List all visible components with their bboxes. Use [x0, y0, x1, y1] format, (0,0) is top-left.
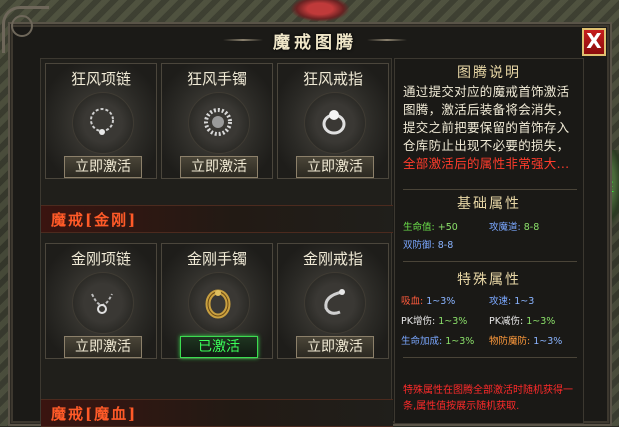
gold-bracelet-icon: [205, 289, 231, 319]
attr-value: 1~3%: [526, 316, 556, 327]
divider: [403, 357, 577, 358]
item-name: 金刚戒指: [302, 250, 363, 268]
item-name: 狂风手镯: [186, 70, 247, 88]
info-description: 通过提交对应的魔戒首饰激活图腾，激活后装备将会消失，提交之前把要保留的首饰存入仓…: [403, 83, 579, 173]
totem-window: 魔戒图腾 X 狂风项链 立即激活 狂风手镯 立即激活 狂风戒指 立即激活 魔戒[…: [2, 6, 612, 427]
activate-button[interactable]: 立即激活: [296, 336, 374, 358]
activate-button[interactable]: 立即激活: [64, 156, 142, 178]
attr-label: 生命加成:: [401, 336, 443, 347]
bracelet-icon: [204, 108, 232, 136]
divider: [403, 189, 577, 190]
attr-value: 1~3: [514, 296, 535, 307]
attr-attack: 攻魔道: 8-8: [489, 219, 539, 233]
attr-label: 双防御:: [403, 240, 435, 251]
special-attrs-title: 特殊属性: [457, 272, 521, 288]
dragon-corner-ornament: [2, 6, 49, 53]
set-name: 魔戒[魔血]: [51, 405, 138, 423]
world-character-sprite: [290, 0, 350, 22]
totem-info-panel: 图腾说明 通过提交对应的魔戒首饰激活图腾，激活后装备将会消失，提交之前把要保留的…: [394, 58, 584, 424]
attr-hp: 生命值: +50: [403, 219, 458, 233]
item-name: 金刚手镯: [186, 250, 247, 268]
slot-set1-bracelet: 狂风手镯 立即激活: [161, 63, 273, 179]
attr-label: 生命值:: [403, 222, 435, 233]
attr-value: 1~3%: [426, 296, 456, 307]
activated-button[interactable]: 已激活: [180, 336, 258, 358]
slot-set2-ring: 金刚戒指 立即激活: [277, 243, 389, 359]
totem-slots-panel: 狂风项链 立即激活 狂风手镯 立即激活 狂风戒指 立即激活 魔戒[金刚] 金刚项…: [40, 58, 393, 427]
attr-hp-bonus: 生命加成: 1~3%: [401, 333, 474, 347]
attr-label: PK减伤:: [489, 316, 524, 327]
attr-lifesteal: 吸血: 1~3%: [401, 293, 455, 307]
slot-set2-necklace: 金刚项链 立即激活: [45, 243, 157, 359]
random-attr-note: 特殊属性在图腾全部激活时随机获得一条,属性值按展示随机获取.: [403, 385, 573, 412]
attr-label: 攻魔道:: [489, 222, 521, 233]
window-title: 魔戒图腾: [273, 32, 357, 53]
set-banner: 魔戒[魔血]: [41, 399, 393, 427]
attr-label: 吸血:: [401, 296, 424, 307]
slot-set1-ring: 狂风戒指 立即激活: [277, 63, 389, 179]
attr-value: 1~3%: [445, 336, 475, 347]
divider: [403, 261, 577, 262]
attr-value: 1~3%: [533, 336, 563, 347]
attr-value: +50: [437, 222, 458, 233]
item-name: 狂风戒指: [302, 70, 363, 88]
activate-button[interactable]: 立即激活: [296, 156, 374, 178]
description-highlight: 全部激活后的属性非常强大...: [403, 156, 570, 171]
title-ornament-right: [367, 39, 407, 41]
item-name: 狂风项链: [70, 70, 131, 88]
ring-icon: [322, 110, 346, 135]
set-banner: 魔戒[金刚]: [41, 205, 393, 233]
necklace-icon: [91, 293, 113, 314]
attr-defense: 双防御: 8-8: [403, 237, 453, 251]
attr-pk-damage: PK增伤: 1~3%: [401, 313, 467, 327]
attr-attack-speed: 攻速: 1~3: [489, 293, 534, 307]
attr-value: 1~3%: [438, 316, 468, 327]
slot-set1-necklace: 狂风项链 立即激活: [45, 63, 157, 179]
necklace-icon: [90, 108, 114, 135]
item-name: 金刚项链: [70, 250, 131, 268]
attr-label: 物防魔防:: [489, 336, 531, 347]
attr-def-bonus: 物防魔防: 1~3%: [489, 333, 562, 347]
ring-icon: [324, 289, 345, 315]
close-button[interactable]: X: [582, 28, 606, 56]
activate-button[interactable]: 立即激活: [64, 336, 142, 358]
slot-set2-bracelet: 金刚手镯 已激活: [161, 243, 273, 359]
set-name: 魔戒[金刚]: [51, 211, 138, 229]
attr-value: 8-8: [523, 222, 540, 233]
description-main: 通过提交对应的魔戒首饰激活图腾，激活后装备将会消失，提交之前把要保留的首饰存入仓…: [403, 84, 570, 153]
attr-pk-reduction: PK减伤: 1~3%: [489, 313, 555, 327]
info-title: 图腾说明: [457, 65, 521, 81]
activate-button[interactable]: 立即激活: [180, 156, 258, 178]
attr-value: 8-8: [437, 240, 454, 251]
window-title-bar: 魔戒图腾: [220, 28, 410, 53]
base-attrs-title: 基础属性: [457, 196, 521, 212]
title-ornament-left: [223, 39, 263, 41]
attr-label: 攻速:: [489, 296, 512, 307]
attr-label: PK增伤:: [401, 316, 436, 327]
